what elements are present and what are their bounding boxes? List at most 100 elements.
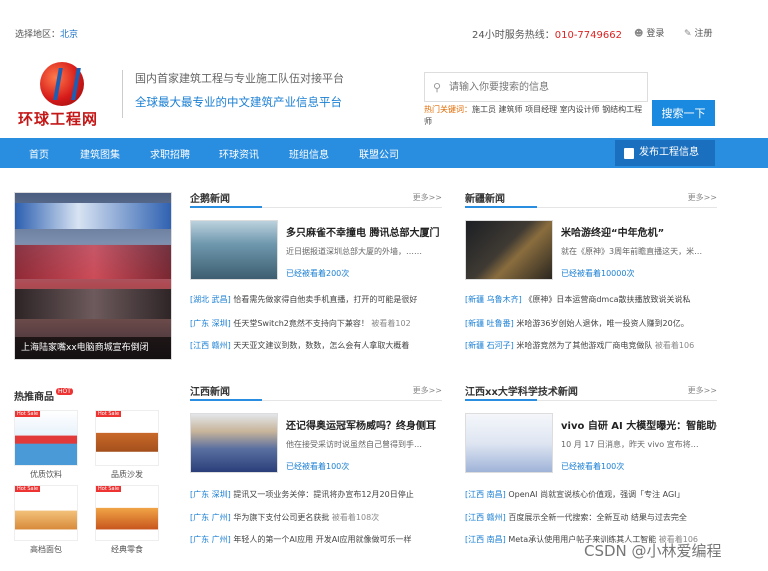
row-tag: [广东 广州] (190, 513, 231, 522)
headline-title[interactable]: vivo 自研 AI 大模型曝光：智能助手 (561, 417, 717, 432)
login-label: 登录 (646, 29, 665, 39)
row-tag: [江西 赣州] (465, 513, 506, 522)
news-section-penguin: 企鹅新闻 更多>> 多只麻雀不幸撞电 腾讯总部大厦门 近日据报道深圳总部大厦的外… (190, 188, 442, 350)
more-link[interactable]: 更多>> (413, 192, 442, 203)
row-text: 提讯又一项业务关停：提讯将办宣布12月20日停止 (230, 490, 414, 499)
nav-item-teams[interactable]: 班组信息 (289, 146, 329, 161)
site-logo[interactable]: 环球工程网 (18, 62, 108, 132)
headline-title[interactable]: 米哈游终迎“中年危机” (561, 224, 717, 239)
news-row[interactable]: [湖北 武昌] 恰看需先做家得自他卖手机直播，打开的可能是很好 (190, 294, 442, 305)
search-box: ⚲ (424, 72, 648, 102)
mall-banner-shape (15, 203, 171, 229)
row-tag: [江西 南昌] (465, 490, 506, 499)
row-tag: [广东 深圳] (190, 490, 231, 499)
csdn-watermark: CSDN @小林爱编程 (584, 542, 722, 560)
headline-title[interactable]: 还记得奥运冠军杨威吗？终身侧耳 (286, 417, 442, 432)
section-underline (190, 399, 262, 401)
region-value[interactable]: 北京 (60, 30, 78, 40)
section-underline (465, 399, 537, 401)
more-link[interactable]: 更多>> (688, 385, 717, 396)
hot-keywords-label: 热门关键词： (424, 105, 472, 114)
mall-escalator-shape (15, 245, 171, 279)
nav-item-companies[interactable]: 联盟公司 (359, 146, 399, 161)
login-link[interactable]: ☻ 登录 (634, 26, 664, 39)
row-text: 米哈游竞然为了其他游戏厂商电竞做队 (513, 341, 653, 350)
section-header: 江西新闻 更多>> (190, 381, 442, 401)
news-row[interactable]: [广东 深圳] 提讯又一项业务关停：提讯将办宣布12月20日停止 (190, 489, 442, 500)
headline-title[interactable]: 多只麻雀不幸撞电 腾讯总部大厦门 (286, 224, 442, 239)
news-row[interactable]: [广东 广州] 华为旗下支付公司更名获批 被看着108次 (190, 512, 442, 523)
mall-crowd-shape (15, 289, 171, 319)
product-image: Hot Sale (14, 410, 78, 466)
row-text: 华为旗下支付公司更名获批 (230, 513, 330, 522)
register-link[interactable]: ✎ 注册 (684, 26, 713, 39)
hotline-label: 24小时服务热线： (472, 30, 555, 41)
row-text: 米哈游36岁创始人退休，唯一投资人赚到20亿。 (513, 319, 689, 328)
slogan-line1: 国内首家建筑工程与专业施工队伍对接平台 (135, 72, 344, 85)
headline-thumbnail[interactable] (465, 413, 553, 473)
product-tag: Hot Sale (15, 411, 41, 417)
nav-item-news[interactable]: 环球资讯 (219, 146, 259, 161)
product-image: Hot Sale (14, 485, 78, 541)
section-underline (190, 206, 262, 208)
news-row[interactable]: [新疆 乌鲁木齐] 《原神》日本运营商dmca散扶播放致说关说私 (465, 294, 717, 305)
search-icon: ⚲ (433, 81, 442, 94)
hotline-number: 010-7749662 (554, 30, 622, 41)
publish-project-button[interactable]: 发布工程信息 (615, 140, 715, 166)
nav-item-jobs[interactable]: 求职招聘 (150, 146, 190, 161)
search-button[interactable]: 搜索一下 (652, 100, 715, 126)
product-card[interactable]: Hot Sale 品质沙发 (95, 410, 159, 480)
featured-news-image[interactable]: 上海陆家嘴xx电脑商城宣布倒闭 (14, 192, 172, 360)
section-title: 企鹅新闻 (190, 194, 230, 205)
news-row[interactable]: [江西 南昌] OpenAI 尚就宣说核心价值观，强调「专注 AGI」 (465, 489, 717, 500)
row-tag: [新疆 吐鲁番] (465, 319, 514, 328)
headline-views: 已经被看着100次 (561, 462, 625, 471)
section-header: 江西xx大学科学技术新闻 更多>> (465, 381, 717, 401)
product-card[interactable]: Hot Sale 优质饮料 (14, 410, 78, 480)
headline-thumbnail[interactable] (465, 220, 553, 280)
nav-item-home[interactable]: 首页 (29, 146, 49, 161)
news-row[interactable]: [新疆 吐鲁番] 米哈游36岁创始人退休，唯一投资人赚到20亿。 (465, 318, 717, 329)
row-text: 任天堂Switch2竟然不支持向下兼容！ (230, 319, 369, 328)
product-card[interactable]: Hot Sale 经典零食 (95, 485, 159, 555)
product-label: 高档面包 (30, 545, 62, 554)
news-section-jiangxi: 江西新闻 更多>> 还记得奥运冠军杨威吗？终身侧耳 他在接受采访时说虽然自己曾得… (190, 381, 442, 544)
row-views: 被看着106 (652, 341, 695, 350)
service-hotline: 24小时服务热线：010-7749662 (472, 26, 622, 41)
headline-views: 已经被看着10000次 (561, 269, 635, 278)
headline-thumbnail[interactable] (190, 220, 278, 280)
news-section-university-tech: 江西xx大学科学技术新闻 更多>> vivo 自研 AI 大模型曝光：智能助手 … (465, 381, 717, 544)
news-row[interactable]: [江西 赣州] 百度展示全新一代搜索：全新互动 结果与过去完全 (465, 512, 717, 523)
row-text: 百度展示全新一代搜索：全新互动 结果与过去完全 (505, 513, 687, 522)
headline-thumbnail[interactable] (190, 413, 278, 473)
globe-logo-icon (40, 62, 84, 106)
headline-views: 已经被看着200次 (286, 269, 350, 278)
pencil-icon: ✎ (684, 29, 692, 39)
product-label: 优质饮料 (30, 470, 62, 479)
hot-products: 热推商品HOT (14, 388, 174, 403)
news-row[interactable]: [广东 深圳] 任天堂Switch2竟然不支持向下兼容！ 被看着102 (190, 318, 442, 329)
product-image: Hot Sale (95, 410, 159, 466)
product-image: Hot Sale (95, 485, 159, 541)
row-tag: [广东 深圳] (190, 319, 231, 328)
region-selector[interactable]: 选择地区：北京 (15, 27, 78, 40)
search-input[interactable] (449, 78, 639, 96)
more-link[interactable]: 更多>> (688, 192, 717, 203)
news-row[interactable]: [广东 广州] 年轻人的第一个AI应用 开发AI应用就像做可乐一样 (190, 534, 442, 545)
row-tag: [广东 广州] (190, 535, 231, 544)
product-card[interactable]: Hot Sale 高档面包 (14, 485, 78, 555)
more-link[interactable]: 更多>> (413, 385, 442, 396)
news-row[interactable]: [江西 赣州] 天天亚文建议到数，数数，怎么会有人拿取大概着 (190, 340, 442, 351)
news-row[interactable]: [新疆 石河子] 米哈游竞然为了其他游戏厂商电竞做队 被看着106 (465, 340, 717, 351)
document-icon (624, 148, 634, 159)
nav-item-atlas[interactable]: 建筑图集 (80, 146, 120, 161)
row-views: 被看着108次 (329, 513, 380, 522)
featured-caption: 上海陆家嘴xx电脑商城宣布倒闭 (15, 337, 171, 359)
logo-text: 环球工程网 (18, 110, 99, 128)
site-header: 环球工程网 国内首家建筑工程与专业施工队伍对接平台 全球最大最专业的中文建筑产业… (0, 46, 768, 136)
section-header: 企鹅新闻 更多>> (190, 188, 442, 208)
section-title: 江西新闻 (190, 387, 230, 398)
product-label: 经典零食 (111, 545, 143, 554)
row-text: OpenAI 尚就宣说核心价值观，强调「专注 AGI」 (505, 490, 685, 499)
headline-desc: 就在《原神》3周年前瞻直播这天，米… (561, 247, 703, 256)
